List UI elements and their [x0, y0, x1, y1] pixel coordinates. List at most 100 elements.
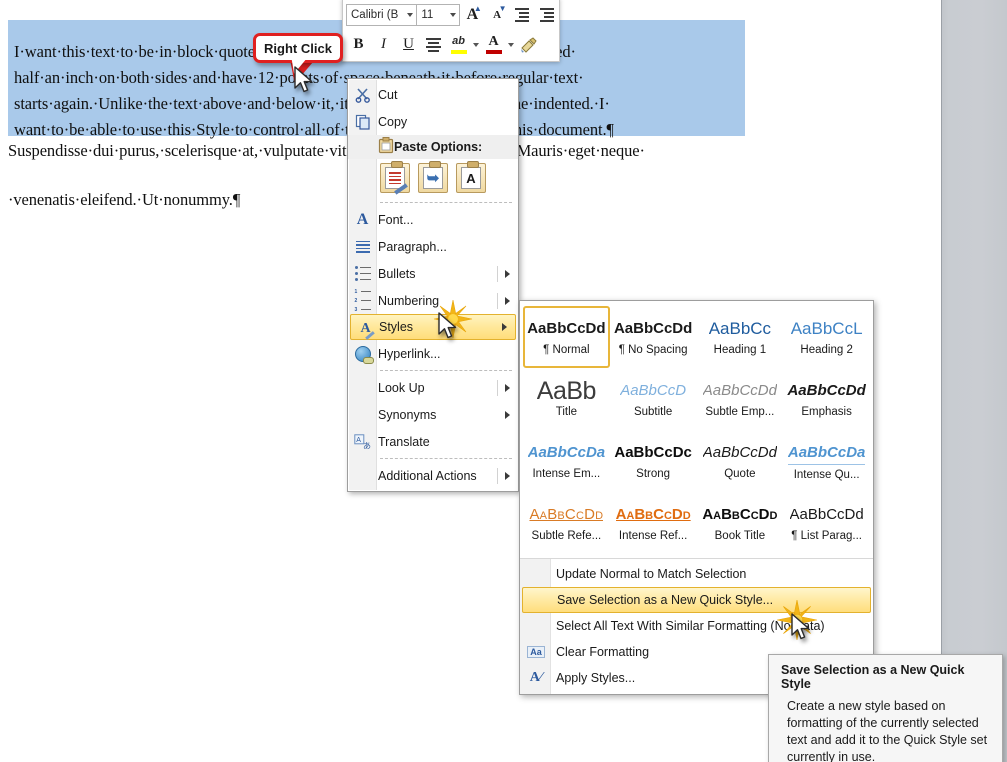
shrink-font-icon[interactable]: A ▼: [485, 2, 510, 27]
increase-indent-icon[interactable]: [534, 2, 559, 27]
underline-icon[interactable]: U: [396, 32, 421, 57]
clipboard-clip-icon: [467, 161, 479, 168]
hyperlink-icon: [352, 343, 374, 364]
style-cell-intense-reference[interactable]: AaBbCcDd Intense Ref...: [610, 492, 697, 554]
context-menu-item-cut-label: Cut: [378, 87, 398, 102]
style-preview: AaBbCcDc: [614, 444, 692, 461]
context-menu[interactable]: Cut Copy Paste Options: ➥ A A Font... Pa…: [347, 78, 519, 492]
context-menu-separator: [380, 458, 512, 459]
styles-action-clear-formatting[interactable]: Aa Clear Formatting: [520, 639, 873, 665]
font-size-value: 11: [421, 8, 434, 21]
context-menu-item-styles[interactable]: A Styles: [350, 314, 516, 340]
grow-font-icon[interactable]: A ▲: [460, 2, 485, 27]
style-cell-subtle-reference[interactable]: AaBbCcDd Subtle Refe...: [523, 492, 610, 554]
context-menu-item-font-label: Font...: [378, 212, 414, 227]
right-click-callout-label: Right Click: [264, 40, 332, 56]
styles-action-apply-styles-label: Apply Styles...: [556, 671, 636, 685]
submenu-arrow-icon: [505, 383, 510, 392]
style-cell-quote[interactable]: AaBbCcDd Quote: [697, 430, 784, 492]
bullet-list-icon: [354, 266, 371, 281]
context-menu-item-numbering[interactable]: 1 2 3 Numbering: [348, 287, 518, 314]
keep-source-formatting-icon[interactable]: [380, 161, 410, 195]
style-name: Strong: [636, 468, 671, 480]
context-menu-item-hyperlink[interactable]: Hyperlink...: [348, 340, 518, 367]
context-menu-item-paragraph[interactable]: Paragraph...: [348, 233, 518, 260]
context-menu-item-additional-actions[interactable]: Additional Actions: [348, 462, 518, 489]
style-name: ¶ List Parag...: [791, 530, 862, 542]
style-preview: AaBbCcDd: [613, 320, 693, 337]
style-preview: AaBbCcDa: [527, 444, 606, 461]
styles-action-select-all-similar[interactable]: Select All Text With Similar Formatting …: [520, 613, 873, 639]
paste-options-header: Paste Options:: [348, 135, 518, 159]
format-painter-icon[interactable]: [516, 32, 541, 57]
style-name: Subtle Refe...: [531, 530, 602, 542]
context-menu-item-bullets[interactable]: Bullets: [348, 260, 518, 287]
indent-lines-icon: [514, 7, 529, 22]
submenu-arrow-icon: [505, 296, 510, 305]
style-cell-intense-emphasis[interactable]: AaBbCcDa Intense Em...: [523, 430, 610, 492]
body-line-2: ·venenatis·eleifend.·Ut·nonummy.¶: [8, 190, 241, 209]
style-cell-subtle-emphasis[interactable]: AaBbCcDd Subtle Emp...: [697, 368, 784, 430]
context-menu-item-translate[interactable]: A あ Translate: [348, 428, 518, 455]
body-line-1: Suspendisse·dui·purus,·scelerisque·at,·v…: [8, 141, 645, 160]
style-cell-strong[interactable]: AaBbCcDc Strong: [610, 430, 697, 492]
styles-gallery-actions: Update Normal to Match Selection Save Se…: [520, 558, 873, 694]
context-menu-item-additional-actions-label: Additional Actions: [378, 468, 477, 483]
center-align-icon[interactable]: [421, 32, 446, 57]
keep-text-only-icon[interactable]: A: [456, 161, 486, 193]
font-name-value: Calibri (B: [351, 8, 399, 21]
style-cell-heading-2[interactable]: AaBbCcL Heading 2: [783, 306, 870, 368]
context-menu-item-copy[interactable]: Copy: [348, 108, 518, 135]
style-cell-list-paragraph[interactable]: AaBbCcDd ¶ List Parag...: [783, 492, 870, 554]
style-cell-emphasis[interactable]: AaBbCcDd Emphasis: [783, 368, 870, 430]
style-cell-title[interactable]: AaBb Title: [523, 368, 610, 430]
numbering-icon: 1 2 3: [352, 289, 373, 313]
font-name-combo[interactable]: Calibri (B: [346, 3, 418, 26]
submenu-divider: [497, 467, 498, 484]
screenshot-root: I·want·this·text·to·be·in·block·quote·fo…: [0, 0, 1007, 762]
style-name: Heading 2: [800, 344, 853, 356]
style-cell-no-spacing[interactable]: AaBbCcDd ¶ No Spacing: [610, 306, 697, 368]
bullets-icon: [352, 263, 373, 284]
submenu-arrow-icon: [505, 269, 510, 278]
styles-action-update-normal-label: Update Normal to Match Selection: [556, 567, 747, 581]
paste-options-row[interactable]: ➥ A: [348, 159, 518, 199]
context-menu-item-paragraph-label: Paragraph...: [378, 239, 447, 254]
svg-text:あ: あ: [363, 441, 371, 450]
merge-formatting-icon[interactable]: ➥: [418, 161, 448, 193]
indent-lines-icon: [539, 7, 554, 22]
font-color-a-icon: A: [484, 34, 504, 55]
mini-toolbar[interactable]: Calibri (B 11 A ▲ A ▼ B I U ab A: [342, 0, 560, 62]
styles-gallery-flyout[interactable]: AaBbCcDd ¶ Normal AaBbCcDd ¶ No Spacing …: [519, 300, 874, 695]
style-name: Quote: [724, 468, 756, 480]
style-cell-heading-1[interactable]: AaBbCc Heading 1: [697, 306, 784, 368]
style-preview: AaBbCcDd: [787, 382, 866, 399]
font-color-chevron-down-icon[interactable]: [508, 42, 514, 47]
style-cell-book-title[interactable]: AaBbCcDd Book Title: [697, 492, 784, 554]
context-menu-item-look-up[interactable]: Look Up: [348, 374, 518, 401]
highlight-chevron-down-icon[interactable]: [473, 42, 479, 47]
font-icon: A: [356, 210, 369, 228]
context-menu-item-bullets-label: Bullets: [378, 266, 416, 281]
style-cell-intense-quote[interactable]: AaBbCcDa Intense Qu...: [783, 430, 870, 492]
clear-formatting-icon: Aa: [526, 642, 546, 662]
copy-icon: [352, 111, 373, 132]
font-size-combo[interactable]: 11: [416, 3, 460, 26]
decrease-indent-icon[interactable]: [510, 2, 535, 27]
style-preview: AaBbCcDa: [787, 442, 866, 465]
context-menu-item-cut[interactable]: Cut: [348, 81, 518, 108]
styles-action-apply-styles[interactable]: A⁄ Apply Styles...: [520, 665, 873, 691]
text-highlight-color-icon[interactable]: ab: [446, 32, 471, 57]
styles-action-save-selection[interactable]: Save Selection as a New Quick Style...: [522, 587, 871, 613]
page-right-margin: [941, 0, 1007, 762]
style-cell-normal[interactable]: AaBbCcDd ¶ Normal: [523, 306, 610, 368]
bold-icon[interactable]: B: [346, 32, 371, 57]
font-color-icon[interactable]: A: [481, 32, 506, 57]
style-cell-subtitle[interactable]: AaBbCcD Subtitle: [610, 368, 697, 430]
styles-icon: A: [355, 318, 376, 340]
italic-icon[interactable]: I: [371, 32, 396, 57]
styles-action-update-normal[interactable]: Update Normal to Match Selection: [520, 561, 873, 587]
context-menu-item-synonyms[interactable]: Synonyms: [348, 401, 518, 428]
styles-action-clear-formatting-label: Clear Formatting: [556, 645, 650, 659]
context-menu-item-font[interactable]: A Font...: [348, 206, 518, 233]
